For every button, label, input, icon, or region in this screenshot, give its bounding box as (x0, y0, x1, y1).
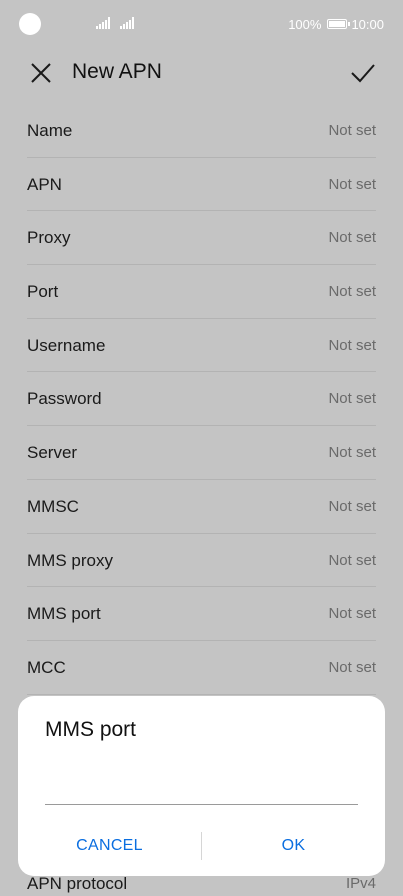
battery-icon (327, 19, 351, 29)
field-server-row[interactable]: Server Not set (27, 426, 376, 480)
field-value: Not set (328, 444, 376, 462)
field-value: Not set (328, 551, 376, 569)
field-name-row[interactable]: Name Not set (27, 104, 376, 158)
field-label: MCC (27, 657, 66, 677)
signal-icon (96, 17, 110, 29)
field-mmsc-row[interactable]: MMSC Not set (27, 480, 376, 534)
field-value: Not set (328, 658, 376, 676)
field-value: Not set (328, 605, 376, 623)
field-value: Not set (328, 283, 376, 301)
field-value: Not set (328, 229, 376, 247)
field-mms-proxy-row[interactable]: MMS proxy Not set (27, 534, 376, 588)
apn-field-list: Name Not set APN Not set Proxy Not set P… (27, 104, 376, 695)
field-value: IPv4 (345, 875, 376, 892)
field-password-row[interactable]: Password Not set (27, 372, 376, 427)
field-label: Username (27, 335, 106, 355)
battery-percent: 100% (288, 16, 322, 32)
field-value: Not set (328, 497, 376, 515)
ok-button[interactable]: OK (202, 828, 385, 864)
close-icon[interactable] (28, 60, 54, 86)
dialog-title: MMS port (45, 718, 137, 741)
camera-cutout (19, 13, 41, 35)
field-mcc-row[interactable]: MCC Not set (27, 641, 376, 695)
field-port-row[interactable]: Port Not set (27, 265, 376, 319)
status-bar: 100% 10:00 (0, 0, 403, 48)
field-label: Proxy (27, 228, 71, 248)
field-value: Not set (328, 390, 376, 408)
field-apn-row[interactable]: APN Not set (27, 158, 376, 212)
mms-port-dialog: MMS port CANCEL OK (18, 696, 385, 876)
cancel-button[interactable]: CANCEL (18, 828, 201, 864)
field-value: Not set (328, 175, 376, 193)
page-title: New APN (72, 60, 162, 83)
field-label: APN protocol (27, 874, 128, 893)
clock: 10:00 (351, 16, 384, 32)
field-label: Port (27, 282, 59, 302)
field-mms-port-row[interactable]: MMS port Not set (27, 587, 376, 641)
field-label: Server (27, 443, 78, 463)
field-username-row[interactable]: Username Not set (27, 319, 376, 373)
field-value: Not set (328, 336, 376, 354)
field-value: Not set (328, 122, 376, 139)
field-label: Name (27, 121, 73, 140)
mms-port-input[interactable] (45, 758, 358, 805)
field-label: APN (27, 174, 62, 194)
field-proxy-row[interactable]: Proxy Not set (27, 211, 376, 266)
signal-icon (120, 17, 134, 29)
toolbar: New APN (0, 48, 403, 98)
field-label: MMSC (27, 496, 79, 516)
field-label: MMS port (27, 604, 101, 624)
field-label: Password (27, 389, 102, 409)
check-icon[interactable] (349, 60, 377, 86)
field-label: MMS proxy (27, 550, 113, 570)
status-right: 100% 10:00 (288, 15, 384, 33)
dialog-actions: CANCEL OK (18, 828, 385, 864)
